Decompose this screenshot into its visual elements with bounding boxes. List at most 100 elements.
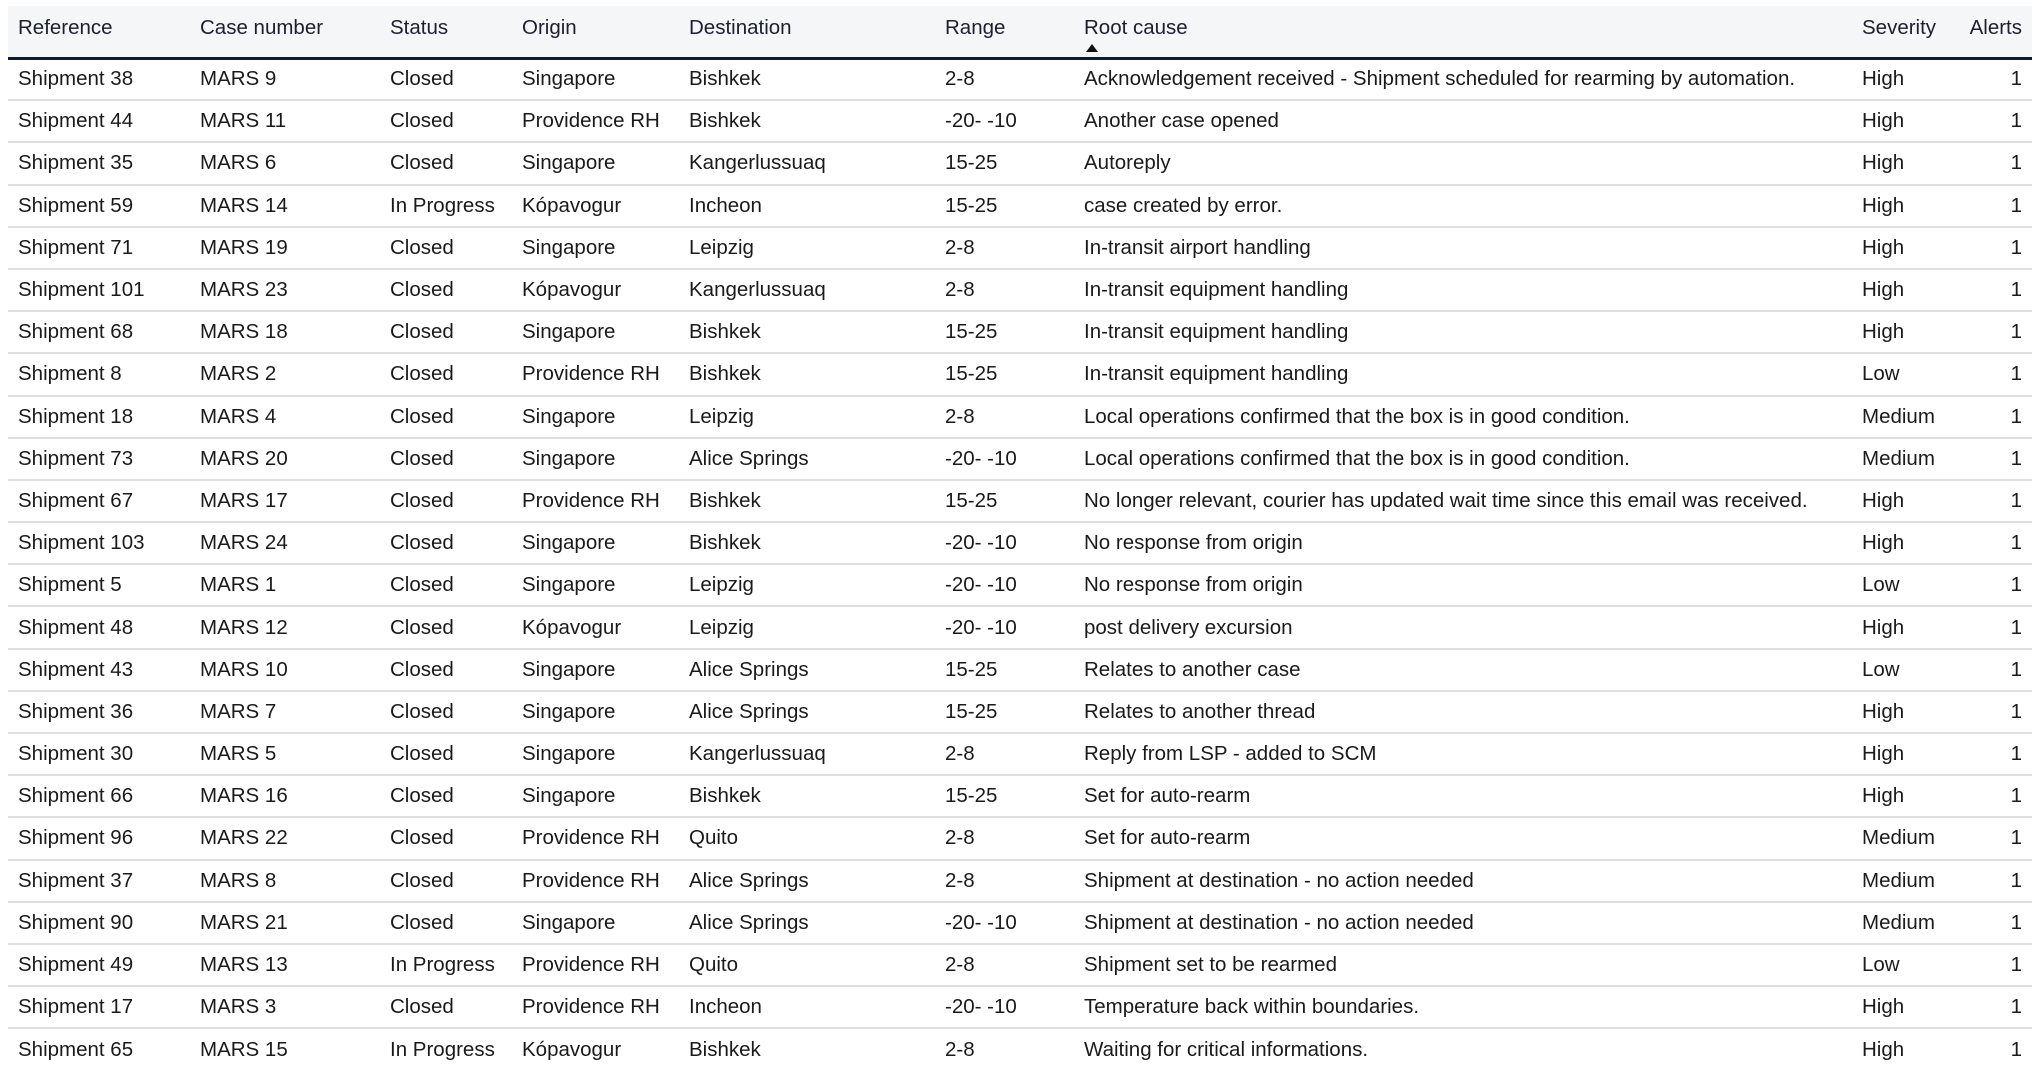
cell-origin: Providence RH [512, 479, 679, 524]
table-row[interactable]: Shipment 17 MARS 3 Closed Providence RH Inch… [8, 986, 2032, 1030]
table-row[interactable]: Shipment 48 MARS 12 Closed Kópavogur Leipzig… [8, 606, 2032, 650]
cell-reference: Shipment 65 [18, 1037, 134, 1061]
cell-root-cause: In-transit equipment handling [1074, 353, 1852, 397]
table-row[interactable]: Shipment 65 MARS 15 In Progress Kópavogur Bi… [8, 1028, 2032, 1070]
cell-case-number: MARS 12 [190, 606, 380, 650]
cell-alerts: 1 [1952, 437, 2032, 481]
table-row[interactable]: Shipment 43 MARS 10 Closed Singapore Alice S… [8, 648, 2032, 692]
table-row[interactable]: Shipment 5 MARS 1 Closed Singapore Leipzig -2… [8, 564, 2032, 608]
cell-reference: Shipment 59 [8, 184, 190, 228]
table-row[interactable]: Shipment 90 MARS 21 Closed Singapore Alice S… [8, 901, 2032, 945]
cell-range: 15-25 [935, 184, 1074, 228]
cell-severity: Medium [1852, 901, 1952, 945]
cell-reference: Shipment 37 [8, 859, 190, 903]
cell-case-number: MARS 9 [190, 58, 380, 102]
table-row[interactable]: Shipment 59 MARS 14 In Progress Kópavogur In… [8, 184, 2032, 228]
table-row[interactable]: Shipment 18 MARS 4 Closed Singapore Leipzig 2… [8, 395, 2032, 439]
column-header-alerts[interactable]: Alerts [1952, 6, 2032, 60]
column-header-label: Case number [200, 16, 324, 39]
cell-root-cause: Temperature back within boundaries. [1074, 986, 1852, 1030]
table-row[interactable]: Shipment 37 MARS 8 Closed Providence RH Alic… [8, 859, 2032, 903]
column-header-label: Root cause [1084, 16, 1188, 39]
cell-severity: High [1852, 184, 1952, 228]
cell-root-cause: No response from origin [1074, 522, 1852, 566]
table-row[interactable]: Shipment 44 MARS 11 Closed Providence RH Bis… [8, 100, 2032, 144]
cell-case-number: MARS 4 [190, 395, 380, 439]
cell-reference: Shipment 5 [8, 564, 190, 608]
table-row[interactable]: Shipment 8 MARS 2 Closed Providence RH Bishk… [8, 353, 2032, 397]
cell-root-cause: Relates to another case [1074, 648, 1852, 692]
table-row[interactable]: Shipment 67 MARS 17 Closed Providence RH Bis… [8, 479, 2032, 524]
cell-destination: Bishkek [679, 522, 935, 566]
cell-severity: Low [1852, 648, 1952, 692]
cell-destination: Alice Springs [679, 859, 935, 903]
table-row[interactable]: Shipment 68 MARS 18 Closed Singapore Bishkek… [8, 311, 2032, 355]
cell-severity: High [1852, 479, 1952, 524]
column-header-case-number[interactable]: Case number [190, 6, 380, 60]
table-header-row: Reference Case number Status Origin Dest… [8, 6, 2032, 60]
cell-severity: High [1852, 226, 1952, 270]
cell-origin: Singapore [512, 226, 679, 270]
cell-destination: Incheon [679, 986, 935, 1030]
cell-root-cause: Local operations confirmed that the box … [1074, 437, 1852, 481]
table-row[interactable]: Shipment 36 MARS 7 Closed Singapore Alice Sp… [8, 690, 2032, 735]
cell-alerts: 1 [1952, 353, 2032, 397]
cell-reference: Shipment 68 [8, 311, 190, 355]
cell-origin: Singapore [512, 142, 679, 186]
cell-range: -20- -10 [935, 901, 1074, 945]
column-header-label: Alerts [1969, 16, 2022, 39]
column-header-root-cause[interactable]: Root cause [1074, 6, 1852, 60]
table-row[interactable]: Shipment 35 MARS 6 Closed Singapore Kangerlu… [8, 142, 2032, 186]
cell-case-number: MARS 6 [190, 142, 380, 186]
cell-severity: High [1852, 522, 1952, 566]
cell-status: Closed [380, 226, 512, 270]
cell-alerts: 1 [1952, 943, 2032, 988]
column-header-reference[interactable]: Reference [8, 6, 190, 60]
cell-severity: Medium [1852, 395, 1952, 439]
column-header-label: Reference [18, 16, 113, 39]
column-header-range[interactable]: Range [935, 6, 1074, 60]
cell-range: -20- -10 [935, 522, 1074, 566]
cell-alerts: 1 [1952, 184, 2032, 228]
table-row[interactable]: Shipment 38 MARS 9 Closed Singapore Bishkek 2… [8, 58, 2032, 102]
cell-root-cause: In-transit equipment handling [1074, 268, 1852, 313]
cell-status: Closed [380, 58, 512, 102]
cell-status: Closed [380, 859, 512, 903]
cell-destination: Quito [679, 817, 935, 861]
cell-range: -20- -10 [935, 437, 1074, 481]
cell-alerts: 1 [1952, 58, 2032, 102]
cell-root-cause: Shipment at destination - no action need… [1074, 859, 1852, 903]
cell-origin: Providence RH [512, 943, 679, 988]
cell-status: In Progress [390, 1037, 495, 1061]
table-row[interactable]: Shipment 66 MARS 16 Closed Singapore Bishkek… [8, 775, 2032, 819]
cell-destination: Bishkek [679, 58, 935, 102]
cell-status: Closed [380, 311, 512, 355]
cell-destination: Alice Springs [679, 901, 935, 945]
table-row[interactable]: Shipment 96 MARS 22 Closed Providence RH Qui… [8, 817, 2032, 861]
cell-range: -20- -10 [935, 100, 1074, 144]
cell-destination: Leipzig [679, 606, 935, 650]
column-header-destination[interactable]: Destination [679, 6, 935, 60]
cell-range: 15-25 [935, 479, 1074, 524]
cell-reference: Shipment 71 [8, 226, 190, 270]
column-header-origin[interactable]: Origin [512, 6, 679, 60]
cell-severity: Low [1852, 564, 1952, 608]
table-row[interactable]: Shipment 73 MARS 20 Closed Singapore Alice S… [8, 437, 2032, 481]
cell-range: 15-25 [935, 353, 1074, 397]
sort-ascending-icon[interactable] [1086, 44, 1098, 52]
column-header-status[interactable]: Status [380, 6, 512, 60]
table-row[interactable]: Shipment 30 MARS 5 Closed Singapore Kangerlu… [8, 733, 2032, 777]
cell-status: Closed [380, 606, 512, 650]
cell-origin: Providence RH [512, 353, 679, 397]
table-row[interactable]: Shipment 49 MARS 13 In Progress Providence … [8, 943, 2032, 988]
cell-alerts: 1 [1952, 226, 2032, 270]
table-row[interactable]: Shipment 71 MARS 19 Closed Singapore Leipzig… [8, 226, 2032, 270]
table-row[interactable]: Shipment 103 MARS 24 Closed Singapore Bishke… [8, 522, 2032, 566]
cell-case-number: MARS 18 [190, 311, 380, 355]
column-header-severity[interactable]: Severity [1852, 6, 1952, 60]
cell-origin: Singapore [512, 690, 679, 735]
table-row[interactable]: Shipment 101 MARS 23 Closed Kópavogur Kanger… [8, 268, 2032, 313]
cell-case-number: MARS 19 [190, 226, 380, 270]
cell-severity: High [1852, 100, 1952, 144]
cell-status: Closed [380, 522, 512, 566]
